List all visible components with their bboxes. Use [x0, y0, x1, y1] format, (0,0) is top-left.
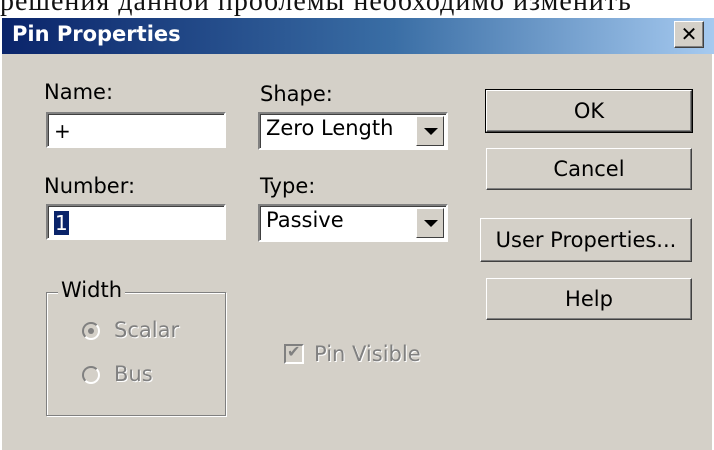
user-properties-button[interactable]: User Properties... — [480, 218, 692, 262]
width-groupbox — [46, 292, 226, 416]
chevron-down-icon[interactable] — [416, 208, 444, 238]
chevron-down-icon[interactable] — [416, 116, 444, 146]
close-icon: ✕ — [680, 22, 698, 46]
window-title: Pin Properties — [12, 22, 181, 46]
background-document-text: решения данной проблемы необходимо измен… — [0, 0, 632, 17]
name-label: Name: — [44, 80, 114, 104]
title-bar[interactable]: Pin Properties ✕ — [2, 18, 714, 54]
number-label: Number: — [44, 174, 136, 198]
close-button[interactable]: ✕ — [674, 21, 704, 48]
pin-visible-label: Pin Visible — [314, 342, 421, 366]
help-button[interactable]: Help — [486, 278, 692, 320]
bus-radio-label: Bus — [114, 362, 153, 386]
ok-button[interactable]: OK — [485, 89, 693, 133]
cancel-button[interactable]: Cancel — [486, 148, 692, 190]
type-select-value: Passive — [266, 208, 344, 232]
shape-select[interactable]: Zero Length — [258, 112, 448, 150]
type-select[interactable]: Passive — [258, 204, 448, 242]
width-group-legend: Width — [58, 278, 126, 302]
number-input-value: 1 — [54, 211, 69, 235]
scalar-radio-label: Scalar — [114, 318, 180, 342]
shape-select-value: Zero Length — [266, 116, 394, 140]
bus-radio[interactable] — [82, 366, 100, 384]
type-label: Type: — [260, 174, 316, 198]
shape-label: Shape: — [260, 82, 333, 106]
check-icon: ✔ — [287, 342, 301, 361]
pin-properties-dialog: Pin Properties ✕ Name: + Number: 1 Shape… — [0, 18, 714, 450]
scalar-radio[interactable] — [82, 322, 100, 340]
number-input[interactable]: 1 — [46, 204, 226, 240]
pin-visible-checkbox[interactable]: ✔ — [284, 342, 304, 364]
name-input[interactable]: + — [46, 112, 226, 148]
